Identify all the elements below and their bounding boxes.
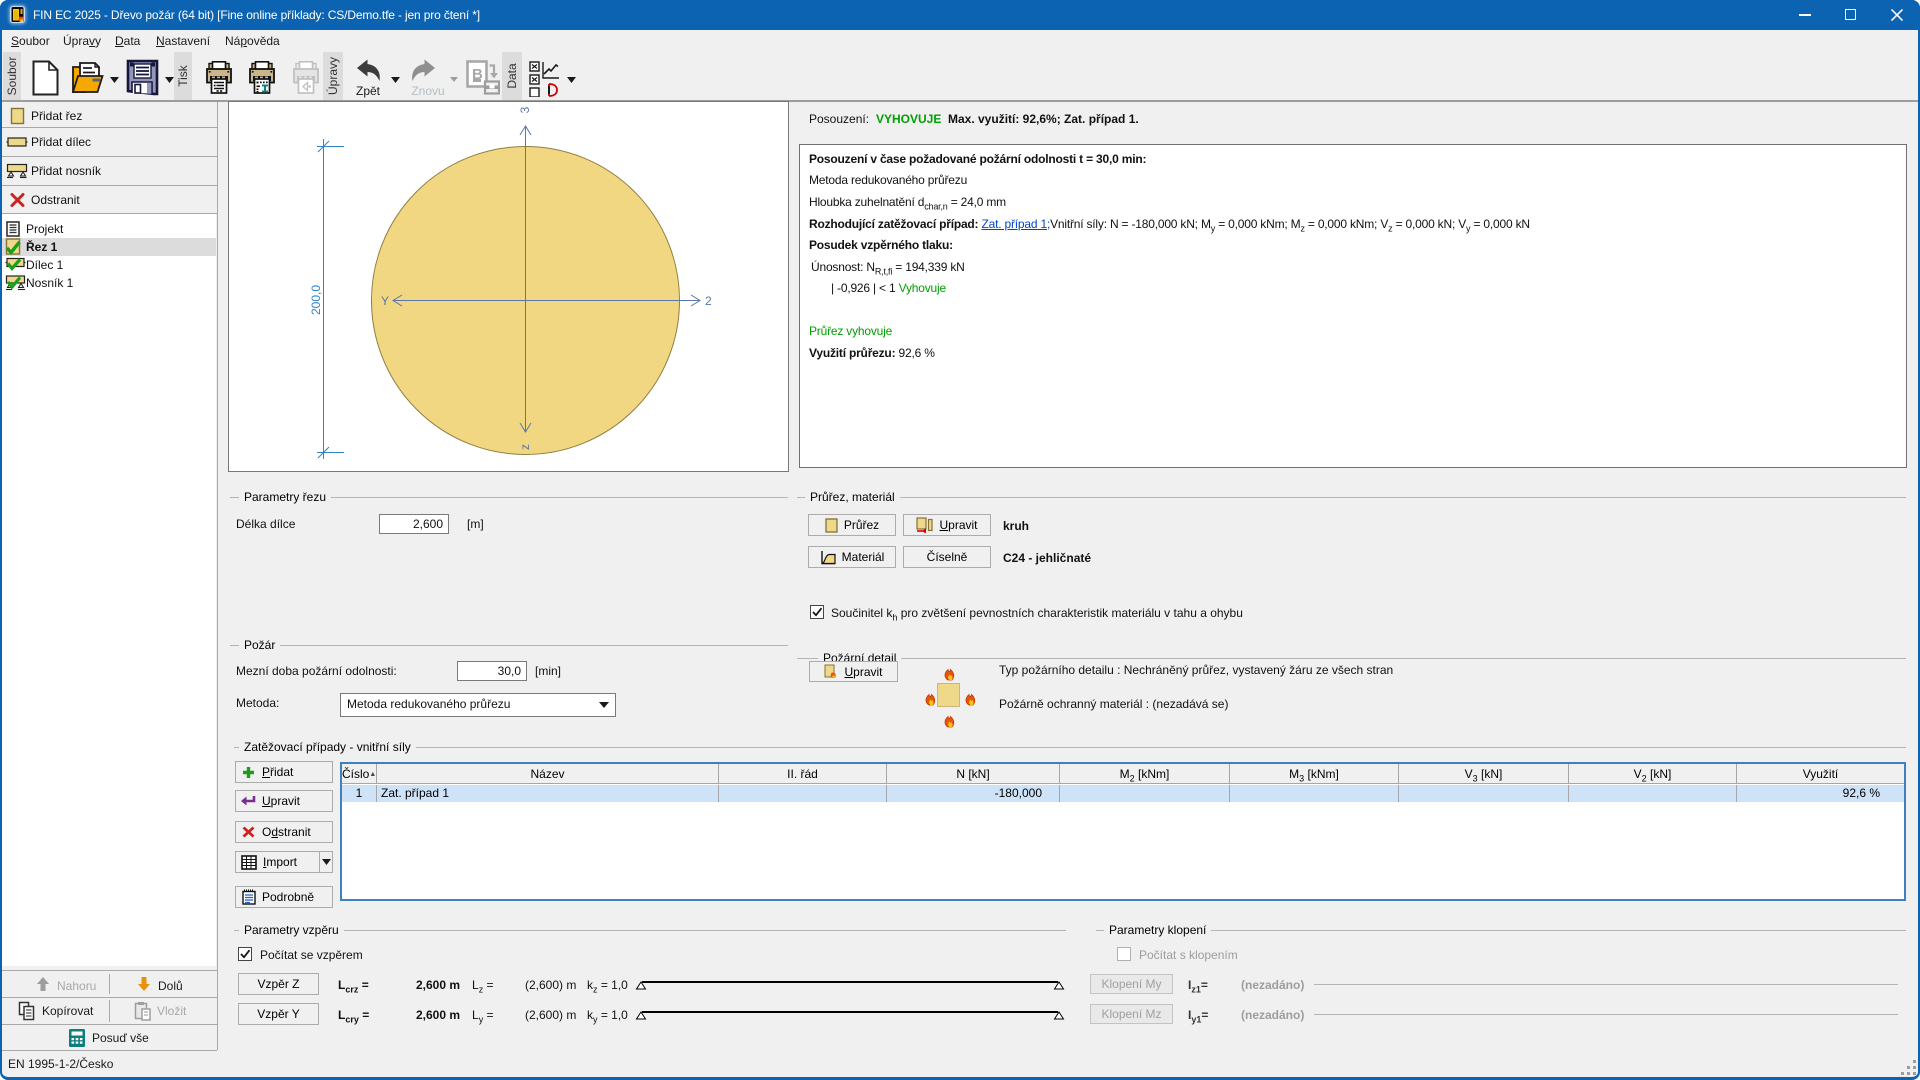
svg-text:Y: Y bbox=[381, 294, 389, 308]
svg-text:3: 3 bbox=[518, 106, 532, 113]
svg-text:200,0: 200,0 bbox=[309, 285, 323, 315]
svg-text:2: 2 bbox=[705, 294, 712, 308]
svg-text:z: z bbox=[518, 444, 532, 450]
